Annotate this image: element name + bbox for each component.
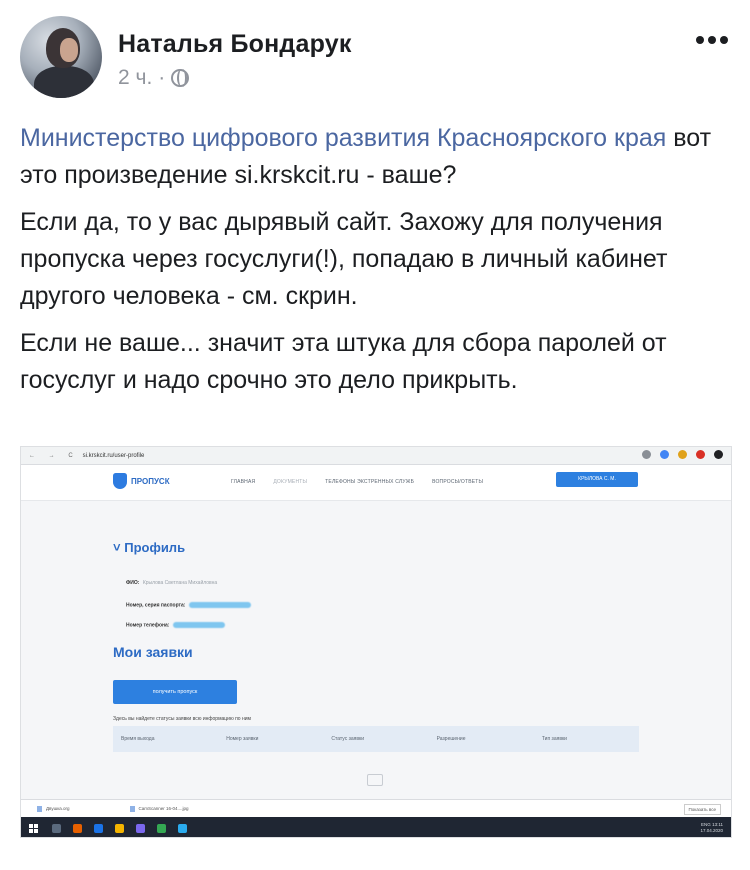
post-meta: 2 ч. · — [118, 66, 190, 90]
folder-icon — [115, 823, 124, 833]
site-content: ˅ Профиль ФИО: Крылова Светлана Михайлов… — [21, 502, 731, 802]
redaction-blur — [172, 622, 225, 628]
browser-extensions — [642, 450, 723, 459]
orders-table-header: Время выхода Номер заявки Статус заявки … — [113, 726, 639, 752]
downloads-bar: Двушка.org CamScanner 16-04....jpg Показ… — [21, 799, 731, 817]
orders-title: Мои заявки — [113, 644, 193, 660]
file-icon — [37, 805, 42, 812]
task-view-icon — [52, 823, 61, 833]
extension-icon — [696, 450, 705, 459]
tray-date: 17.04.2020 — [700, 828, 723, 833]
app-icon — [94, 823, 103, 833]
show-all-downloads: Показать все — [683, 804, 721, 815]
firefox-icon — [73, 823, 82, 833]
telegram-icon — [178, 823, 187, 833]
dot — [696, 36, 704, 44]
site-logo: ПРОПУСК — [113, 473, 170, 489]
table-header-cell: Номер заявки — [226, 736, 259, 742]
tray-lang: ENG — [701, 822, 711, 827]
browser-nav-arrows: ← → C — [29, 452, 79, 459]
browser-url: si.krskcit.ru/user-profile — [82, 452, 145, 459]
avatar-face — [60, 38, 78, 62]
more-options-icon[interactable] — [696, 36, 728, 44]
file-icon — [129, 805, 135, 812]
chrome-icon — [157, 823, 166, 833]
download-item: Двушка.org — [37, 805, 70, 812]
attached-screenshot[interactable]: ← → C si.krskcit.ru/user-profile ПРОПУСК… — [20, 446, 732, 838]
orders-hint: Здесь вы найдете статусы заявки всю инфо… — [113, 716, 251, 722]
post-time[interactable]: 2 ч. — [118, 66, 152, 90]
dot — [708, 36, 716, 44]
phone-field: Номер телефона: — [126, 622, 225, 628]
post-body: Министерство цифрового развития Краснояр… — [20, 120, 732, 409]
shield-icon — [113, 473, 127, 489]
avatar-shoulders — [34, 66, 94, 98]
empty-inbox-icon — [367, 774, 383, 786]
viber-icon — [136, 823, 145, 833]
system-tray: ENG 13:11 17.04.2020 — [700, 822, 723, 834]
get-pass-button: получить пропуск — [113, 680, 237, 704]
browser-toolbar: ← → C si.krskcit.ru/user-profile — [21, 447, 731, 465]
post-paragraph-1: Министерство цифрового развития Краснояр… — [20, 120, 732, 194]
fio-value: Крылова Светлана Михайловна — [142, 580, 218, 586]
taskbar-apps — [52, 823, 187, 833]
post-paragraph-2: Если да, то у вас дырявый сайт. Захожу д… — [20, 208, 668, 310]
extension-icon — [678, 450, 687, 459]
author-name[interactable]: Наталья Бондарук — [118, 30, 352, 59]
menu-item: ДОКУМЕНТЫ — [273, 479, 308, 485]
fio-label: ФИО: — [126, 580, 140, 586]
table-header-cell: Статус заявки — [331, 736, 365, 742]
table-header-cell: Разрешение — [436, 736, 466, 742]
fio-field: ФИО: Крылова Светлана Михайловна — [126, 580, 217, 586]
profile-title: ˅ Профиль — [113, 540, 186, 555]
download-filename: Двушка.org — [46, 806, 70, 811]
windows-taskbar: ENG 13:11 17.04.2020 — [21, 817, 731, 837]
user-menu-button: КРЫЛОВА С. М. — [556, 472, 638, 487]
post-paragraph-3: Если не ваше... значит эта штука для сбо… — [20, 329, 667, 394]
dot — [720, 36, 728, 44]
extension-icon — [660, 450, 669, 459]
windows-start-icon — [29, 823, 38, 833]
page-mention-link[interactable]: Министерство цифрового развития Краснояр… — [20, 124, 666, 152]
download-item: CamScanner 16-04....jpg — [129, 805, 189, 812]
meta-separator: · — [158, 66, 166, 89]
star-icon — [642, 450, 651, 459]
site-header: ПРОПУСК ГЛАВНАЯ ДОКУМЕНТЫ ТЕЛЕФОНЫ ЭКСТР… — [21, 465, 731, 501]
profile-title-text: Профиль — [124, 540, 186, 555]
table-header-cell: Тип заявки — [541, 736, 567, 742]
download-filename: CamScanner 16-04....jpg — [138, 806, 189, 811]
menu-item: ГЛАВНАЯ — [231, 479, 256, 485]
redaction-blur — [188, 602, 251, 608]
table-header-cell: Время выхода — [121, 736, 155, 742]
logo-text: ПРОПУСК — [131, 476, 170, 486]
site-menu: ГЛАВНАЯ ДОКУМЕНТЫ ТЕЛЕФОНЫ ЭКСТРЕННЫХ СЛ… — [231, 479, 483, 485]
phone-label: Номер телефона: — [126, 622, 170, 629]
author-avatar[interactable] — [20, 16, 102, 98]
tray-time: 13:11 — [712, 822, 723, 827]
passport-field: Номер, серия паспорта: — [126, 602, 251, 608]
menu-item: ВОПРОСЫ/ОТВЕТЫ — [432, 479, 484, 485]
passport-label: Номер, серия паспорта: — [126, 602, 186, 609]
globe-icon[interactable] — [171, 69, 190, 87]
extension-icon — [714, 450, 723, 459]
menu-item: ТЕЛЕФОНЫ ЭКСТРЕННЫХ СЛУЖБ — [325, 479, 415, 485]
